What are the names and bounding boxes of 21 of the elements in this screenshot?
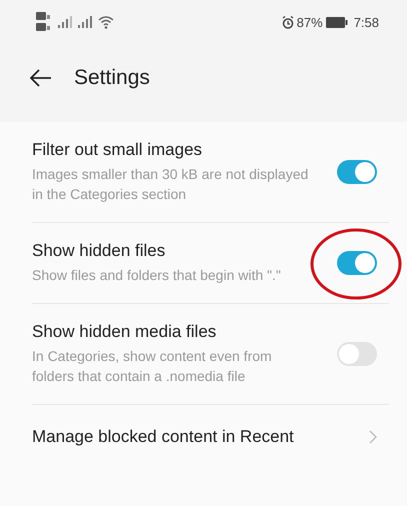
setting-title[interactable]: Show hidden media files xyxy=(32,322,312,342)
toggle-switch[interactable] xyxy=(337,251,377,275)
setting-title[interactable]: Show hidden files xyxy=(32,241,281,261)
battery-percent: 87% xyxy=(296,14,323,30)
battery-icon xyxy=(326,16,348,28)
setting-description: Show files and folders that begin with "." xyxy=(32,266,281,285)
signal-icon xyxy=(58,16,72,28)
setting-title[interactable]: Filter out small images xyxy=(32,140,312,160)
alarm-icon xyxy=(282,16,294,28)
signal-icon xyxy=(78,16,92,28)
toggle-switch[interactable] xyxy=(337,342,377,366)
setting-description: In Categories, show content even from folders that contain a .nomedia file xyxy=(32,347,273,386)
chevron-right-icon xyxy=(369,430,377,444)
page-title: Settings xyxy=(74,66,150,90)
clock-time: 7:58 xyxy=(354,14,379,30)
setting-title[interactable]: Manage blocked content in Recent xyxy=(32,427,294,447)
toggle-switch[interactable] xyxy=(337,160,377,184)
wifi-icon xyxy=(98,16,114,28)
setting-description: Images smaller than 30 kB are not displayed in the Categories section xyxy=(32,165,310,204)
back-arrow-icon[interactable] xyxy=(30,69,52,87)
sim-cards-icon xyxy=(36,11,52,33)
